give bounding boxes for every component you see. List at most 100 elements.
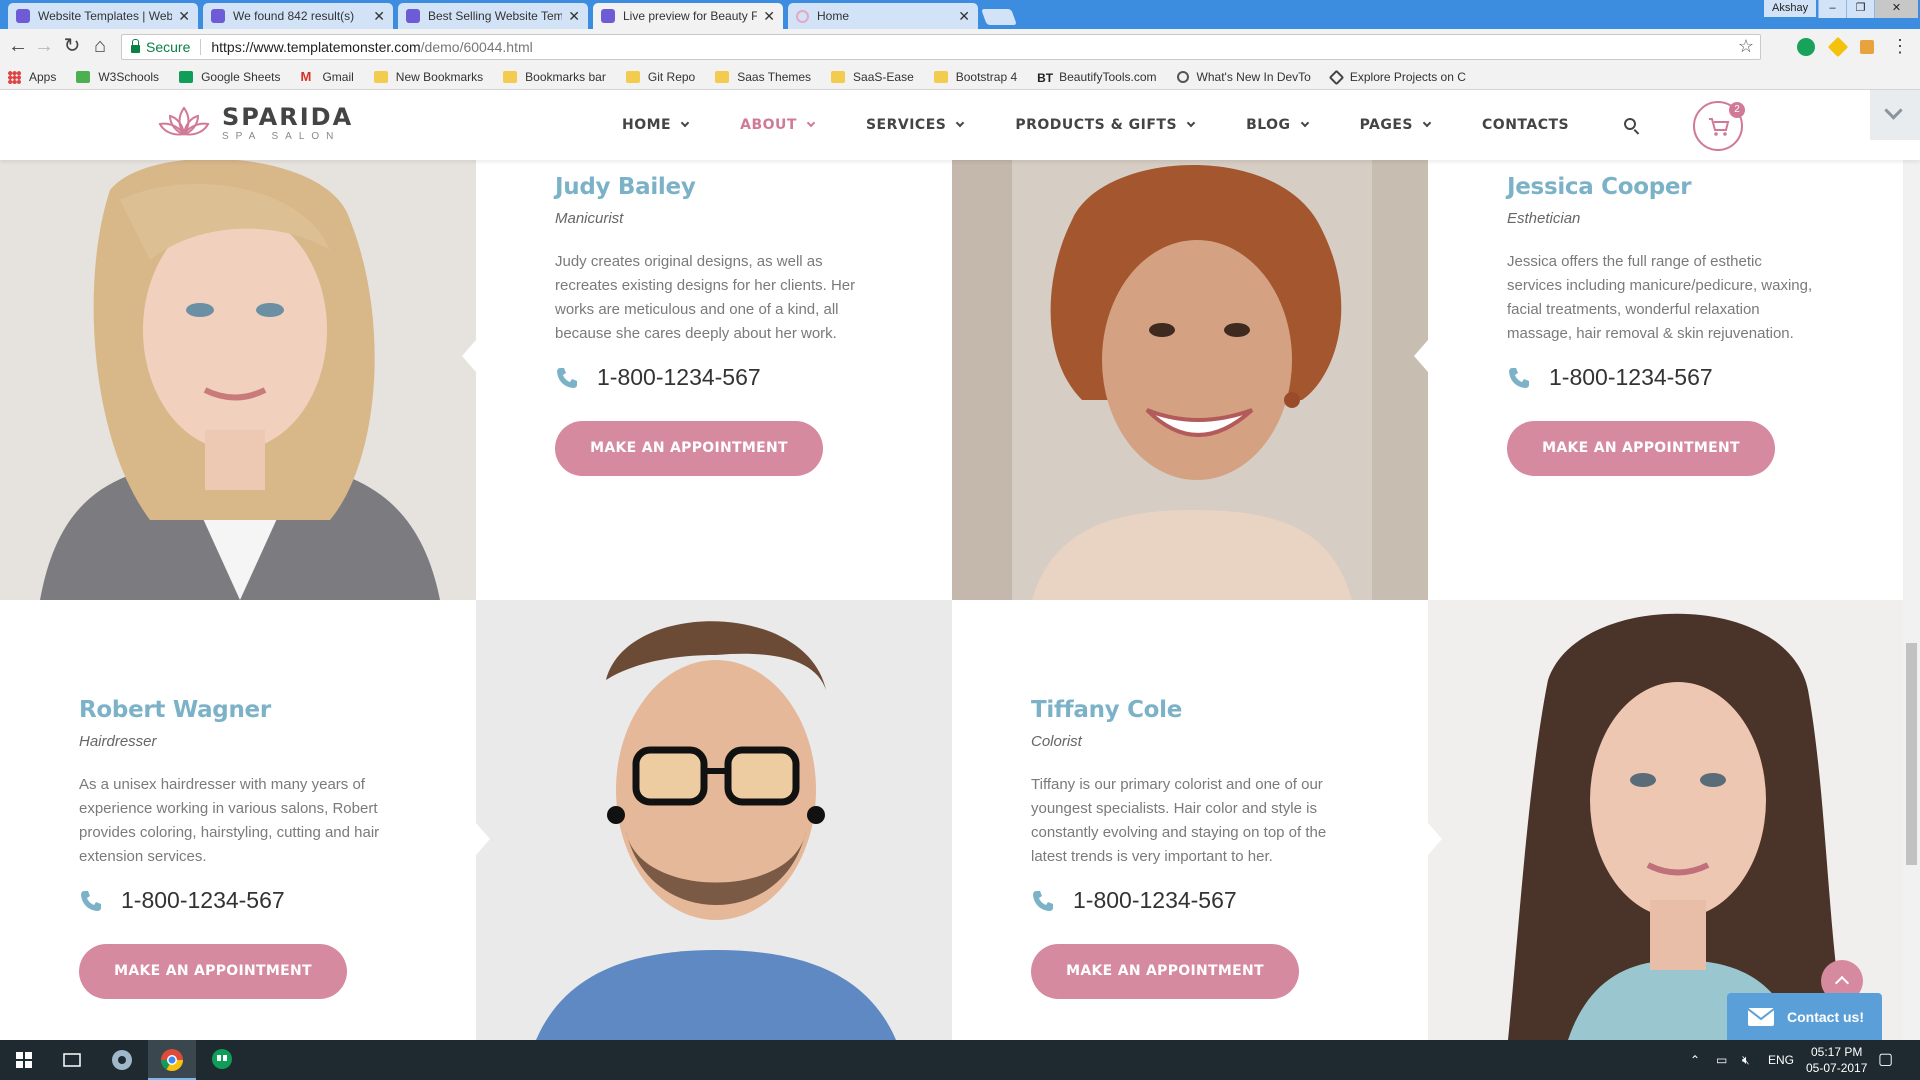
bookmark-google-sheets[interactable]: Google Sheets: [179, 70, 280, 84]
browser-tab[interactable]: Website Templates | Web ✕: [8, 3, 198, 29]
site-logo[interactable]: SPARIDA SPA SALON: [158, 104, 353, 142]
browser-tab[interactable]: We found 842 result(s) ✕: [203, 3, 393, 29]
browser-tab[interactable]: Home ✕: [788, 3, 978, 29]
extension-star-icon[interactable]: [1827, 36, 1849, 58]
windows-taskbar: ⌃ ▭ 🔇︎ ENG 05:17 PM 05-07-2017 ▢: [0, 1040, 1920, 1080]
browser-tab-active[interactable]: Live preview for Beauty F ✕: [593, 3, 783, 29]
home-icon[interactable]: ⌂: [88, 35, 112, 59]
member-role: Colorist: [1031, 733, 1082, 750]
close-tab-icon[interactable]: ✕: [958, 8, 970, 25]
network-icon[interactable]: ▭: [1716, 1040, 1727, 1080]
menu-item-about[interactable]: ABOUT: [740, 117, 816, 133]
search-icon[interactable]: [1624, 118, 1636, 130]
close-tab-icon[interactable]: ✕: [763, 8, 775, 25]
bookmark-devtools[interactable]: What's New In DevTo: [1176, 70, 1311, 84]
close-window-button[interactable]: ✕: [1874, 0, 1918, 18]
templatemonster-favicon-icon: [16, 9, 30, 23]
page-scrollbar[interactable]: [1903, 160, 1920, 1040]
menu-item-services[interactable]: SERVICES: [866, 117, 965, 133]
new-tab-button[interactable]: [981, 9, 1017, 25]
volume-muted-icon[interactable]: 🔇︎: [1742, 1040, 1750, 1080]
chrome-menu-icon[interactable]: ⋮: [1888, 35, 1912, 59]
member-card-jessica: Jessica Cooper Esthetician Jessica offer…: [1428, 160, 1920, 600]
folder-icon: [715, 71, 730, 83]
w3schools-icon: [76, 71, 91, 83]
extension-green-icon[interactable]: [1797, 38, 1815, 56]
menu-item-home[interactable]: HOME: [622, 117, 690, 133]
brand-name: SPARIDA: [222, 102, 354, 131]
menu-item-pages[interactable]: PAGES: [1360, 117, 1432, 133]
bookmark-gmail[interactable]: M Gmail: [300, 69, 353, 85]
task-view-icon[interactable]: [48, 1040, 96, 1080]
bookmark-label: W3Schools: [98, 70, 160, 84]
close-tab-icon[interactable]: ✕: [568, 8, 580, 25]
member-role: Manicurist: [555, 210, 624, 227]
close-tab-icon[interactable]: ✕: [373, 8, 385, 25]
bookmark-folder[interactable]: New Bookmarks: [373, 70, 483, 84]
bookmark-folder[interactable]: Saas Themes: [715, 70, 811, 84]
make-appointment-button[interactable]: MAKE AN APPOINTMENT: [555, 421, 823, 476]
menu-item-products-gifts[interactable]: PRODUCTS & GIFTS: [1015, 117, 1196, 133]
codepen-icon: [1328, 69, 1345, 85]
main-menu: HOME ABOUT SERVICES PRODUCTS & GIFTS BLO…: [622, 90, 1621, 160]
phone-icon: [557, 367, 577, 388]
panel-toggle-button[interactable]: [1870, 90, 1920, 140]
bookmark-label: SaaS-Ease: [853, 70, 914, 84]
make-appointment-button[interactable]: MAKE AN APPOINTMENT: [1031, 944, 1299, 999]
bookmark-label: BeautifyTools.com: [1059, 70, 1157, 84]
taskbar-clock[interactable]: 05:17 PM 05-07-2017: [1806, 1044, 1867, 1076]
bookmark-codepen[interactable]: Explore Projects on C: [1328, 69, 1466, 85]
notifications-icon[interactable]: ▢: [1878, 1040, 1893, 1080]
reload-icon[interactable]: ↻: [60, 35, 84, 59]
bookmark-folder[interactable]: SaaS-Ease: [831, 70, 914, 84]
phone-number[interactable]: 1-800-1234-567: [1549, 364, 1713, 391]
profile-name[interactable]: Akshay: [1764, 0, 1817, 17]
phone-row: 1-800-1234-567: [79, 887, 476, 914]
member-role: Esthetician: [1507, 210, 1581, 227]
pointer-arrow: [476, 823, 490, 855]
browser-tab[interactable]: Best Selling Website Tem ✕: [398, 3, 588, 29]
member-name: Judy Bailey: [555, 174, 696, 200]
bookmark-folder[interactable]: Git Repo: [625, 70, 695, 84]
chevron-down-icon: [1186, 118, 1196, 128]
chrome-taskbar-icon[interactable]: [148, 1040, 196, 1080]
forward-arrow-icon[interactable]: →: [32, 35, 56, 59]
close-tab-icon[interactable]: ✕: [178, 8, 190, 25]
make-appointment-button[interactable]: MAKE AN APPOINTMENT: [79, 944, 347, 999]
extension-orange-icon[interactable]: [1860, 40, 1874, 54]
bookmark-star-icon[interactable]: ☆: [1738, 36, 1754, 57]
tab-title: Website Templates | Web: [38, 9, 173, 23]
phone-icon: [1509, 367, 1529, 388]
member-card-tiffany: Tiffany Cole Colorist Tiffany is our pri…: [952, 600, 1428, 1040]
menu-item-contacts[interactable]: CONTACTS: [1482, 117, 1569, 133]
cart-button[interactable]: 2: [1693, 101, 1745, 151]
gmail-icon: M: [300, 69, 312, 84]
brand-tagline: SPA SALON: [222, 130, 341, 142]
address-bar[interactable]: Secure https://www.templatemonster.com/d…: [121, 34, 1761, 60]
folder-icon: [625, 71, 640, 83]
app-settings-icon[interactable]: [98, 1040, 146, 1080]
bookmark-w3schools[interactable]: W3Schools: [76, 70, 159, 84]
menu-label: HOME: [622, 117, 672, 133]
restore-button[interactable]: ❐: [1846, 0, 1874, 18]
contact-us-widget[interactable]: Contact us!: [1727, 993, 1882, 1040]
bookmark-folder[interactable]: Bootstrap 4: [933, 70, 1017, 84]
make-appointment-button[interactable]: MAKE AN APPOINTMENT: [1507, 421, 1775, 476]
member-card-robert: Robert Wagner Hairdresser As a unisex ha…: [0, 600, 476, 1040]
scrollbar-thumb[interactable]: [1906, 643, 1917, 865]
url-host: https://www.templatemonster.com: [211, 39, 421, 55]
phone-number[interactable]: 1-800-1234-567: [597, 364, 761, 391]
phone-number[interactable]: 1-800-1234-567: [121, 887, 285, 914]
language-indicator[interactable]: ENG: [1768, 1040, 1794, 1080]
phone-number[interactable]: 1-800-1234-567: [1073, 887, 1237, 914]
bookmark-beautifytools[interactable]: BT BeautifyTools.com: [1037, 70, 1157, 85]
menu-item-blog[interactable]: BLOG: [1246, 117, 1309, 133]
windows-start-icon[interactable]: [0, 1040, 48, 1080]
minimize-button[interactable]: –: [1818, 0, 1846, 18]
back-arrow-icon[interactable]: ←: [6, 35, 30, 59]
bookmark-apps[interactable]: Apps: [8, 70, 56, 84]
bookmark-folder[interactable]: Bookmarks bar: [503, 70, 606, 84]
devtools-icon: [1176, 71, 1189, 83]
hangouts-icon[interactable]: [198, 1040, 246, 1080]
tray-expand-icon[interactable]: ⌃: [1690, 1040, 1700, 1080]
